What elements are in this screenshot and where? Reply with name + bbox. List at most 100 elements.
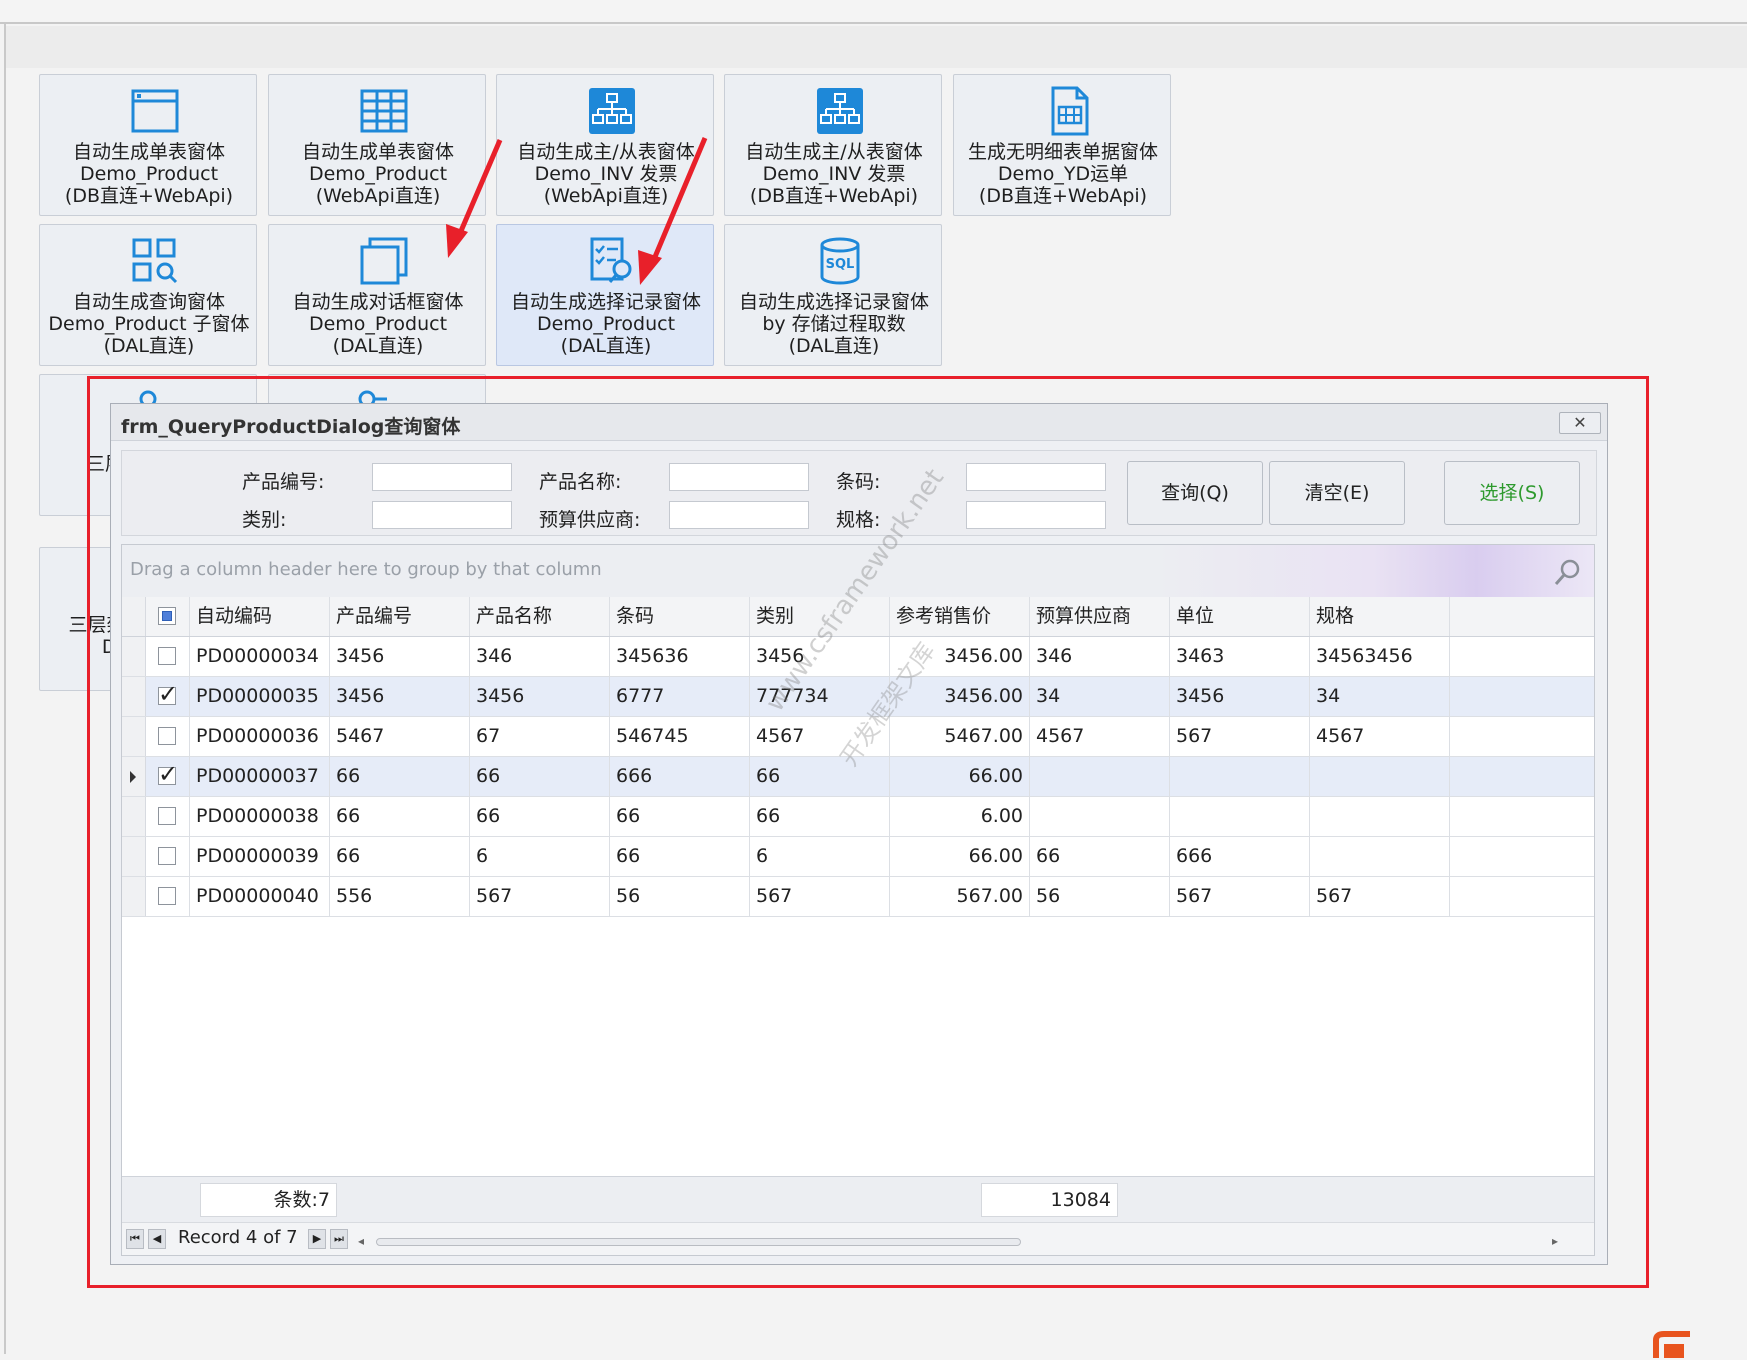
tile-select-record-sp[interactable]: SQL 自动生成选择记录窗体 by 存储过程取数 (DAL直连) [724,224,942,366]
table-cell: 567.00 [890,877,1030,916]
column-header[interactable]: 产品编号 [330,597,470,636]
grid-header-row: 自动编码 产品编号 产品名称 条码 类别 参考销售价 预算供应商 单位 规格 [122,597,1594,637]
row-count-summary: 条数:7 [200,1183,337,1217]
column-header[interactable]: 类别 [750,597,890,636]
row-indicator [122,597,146,636]
table-cell: 346 [470,637,610,676]
table-cell: PD00000035 [190,677,330,716]
next-record-button[interactable]: ▶ [308,1229,326,1249]
logo-fragment-icon [1653,1331,1690,1358]
column-header[interactable]: 单位 [1170,597,1310,636]
first-record-button[interactable]: ⏮ [126,1229,144,1249]
table-cell: 56 [1030,877,1170,916]
row-indicator [122,717,146,756]
table-cell: 346 [1030,637,1170,676]
table-cell: PD00000037 [190,757,330,796]
sql-database-icon: SQL [820,237,860,285]
query-button[interactable]: 查询(Q) [1127,461,1263,525]
window-icon [131,89,179,133]
tile-line2: Demo_INV 发票 [534,163,678,185]
table-cell: 3456.00 [890,677,1030,716]
supplier-input[interactable] [669,501,809,529]
row-checkbox[interactable] [158,680,178,708]
product-name-input[interactable] [669,463,809,491]
column-header[interactable]: 自动编码 [190,597,330,636]
tile-no-detail-bill[interactable]: 生成无明细表单据窗体 Demo_YD运单 (DB直连+WebApi) [953,74,1171,216]
last-record-button[interactable]: ⏭ [330,1229,348,1249]
table-cell [1310,837,1450,876]
column-header[interactable]: 产品名称 [470,597,610,636]
tile-master-detail-webapi[interactable]: 自动生成主/从表窗体 Demo_INV 发票 (WebApi直连) [496,74,714,216]
table-row[interactable]: PD00000038 66 66 66 66 6.00 [122,797,1594,837]
scroll-thumb[interactable] [376,1238,1021,1246]
table-row[interactable]: PD00000036 5467 67 546745 4567 5467.00 4567 567… [122,717,1594,757]
table-cell: 3456.00 [890,637,1030,676]
barcode-input[interactable] [966,463,1106,491]
prev-record-button[interactable]: ◀ [148,1229,166,1249]
category-input[interactable] [372,501,512,529]
table-row[interactable]: PD00000034 3456 346 345636 3456 3456.00 346 346… [122,637,1594,677]
table-cell: PD00000038 [190,797,330,836]
table-cell: PD00000034 [190,637,330,676]
product-code-label: 产品编号: [242,471,325,493]
tile-line3: (DAL直连) [332,335,424,357]
column-header[interactable]: 参考销售价 [890,597,1030,636]
table-row[interactable]: PD0000003766666666666.00 [122,757,1594,797]
tile-line1: 生成无明细表单据窗体 [967,141,1158,163]
column-header[interactable]: 条码 [610,597,750,636]
select-button[interactable]: 选择(S) [1444,461,1580,525]
product-grid: Drag a column header here to group by th… [121,544,1595,1256]
hierarchy-icon [589,88,635,134]
focused-row-caret-icon [130,771,136,783]
table-cell: PD00000039 [190,837,330,876]
table-cell [1170,797,1310,836]
clear-button[interactable]: 清空(E) [1269,461,1405,525]
table-cell: 66 [330,837,470,876]
dialog-titlebar[interactable]: frm_QueryProductDialog查询窗体 ✕ [111,404,1607,441]
row-checkbox[interactable] [158,887,176,905]
search-icon[interactable] [1552,557,1582,587]
horizontal-scrollbar[interactable]: ◂ ▸ [358,1234,1562,1248]
table-cell: PD00000036 [190,717,330,756]
scroll-left-icon[interactable]: ◂ [358,1234,364,1248]
table-cell: 567 [1170,877,1310,916]
table-cell: 5467 [330,717,470,756]
table-cell [1170,757,1310,796]
tile-single-form-webapi[interactable]: 自动生成单表窗体 Demo_Product (WebApi直连) [268,74,486,216]
table-cell: 777734 [750,677,890,716]
scroll-right-icon[interactable]: ▸ [1552,1234,1558,1248]
query-product-dialog: frm_QueryProductDialog查询窗体 ✕ 产品编号: 类别: 产… [110,403,1608,1265]
product-code-input[interactable] [372,463,512,491]
table-cell: 6 [750,837,890,876]
row-checkbox[interactable] [158,647,176,665]
spec-input[interactable] [966,501,1106,529]
close-button[interactable]: ✕ [1559,412,1601,434]
table-row[interactable]: PD000000353456345667777777343456.0034345… [122,677,1594,717]
row-checkbox[interactable] [158,727,176,745]
table-cell: 666 [1170,837,1310,876]
table-cell: 66.00 [890,837,1030,876]
row-checkbox[interactable] [158,807,176,825]
table-row[interactable]: PD00000040 556 567 56 567 567.00 56 567 567 [122,877,1594,917]
table-cell: 34563456 [1310,637,1450,676]
tile-line3: (DAL直连) [788,335,880,357]
column-header[interactable]: 规格 [1310,597,1450,636]
tile-query-form[interactable]: 自动生成查询窗体 Demo_Product 子窗体 (DAL直连) [39,224,257,366]
tile-master-detail-db-webapi[interactable]: 自动生成主/从表窗体 Demo_INV 发票 (DB直连+WebApi) [724,74,942,216]
tile-select-record-form[interactable]: 自动生成选择记录窗体 Demo_Product (DAL直连) [496,224,714,366]
tile-dialog-form[interactable]: 自动生成对话框窗体 Demo_Product (DAL直连) [268,224,486,366]
tile-line1: 自动生成选择记录窗体 [738,291,929,313]
tile-single-form-db-webapi[interactable]: 自动生成单表窗体 Demo_Product (DB直连+WebApi) [39,74,257,216]
group-panel[interactable]: Drag a column header here to group by th… [122,545,1594,598]
tile-line2: Demo_Product 子窗体 [48,313,250,335]
column-header[interactable]: 预算供应商 [1030,597,1170,636]
table-cell: 345636 [610,637,750,676]
select-record-icon [590,237,632,283]
tile-line2: Demo_Product [536,313,676,335]
svg-text:SQL: SQL [826,257,855,272]
table-row[interactable]: PD00000039 66 6 66 6 66.00 66 666 [122,837,1594,877]
row-checkbox[interactable] [158,847,176,865]
table-cell: 567 [750,877,890,916]
row-checkbox[interactable] [158,760,178,788]
select-all-checkbox[interactable] [158,607,176,625]
